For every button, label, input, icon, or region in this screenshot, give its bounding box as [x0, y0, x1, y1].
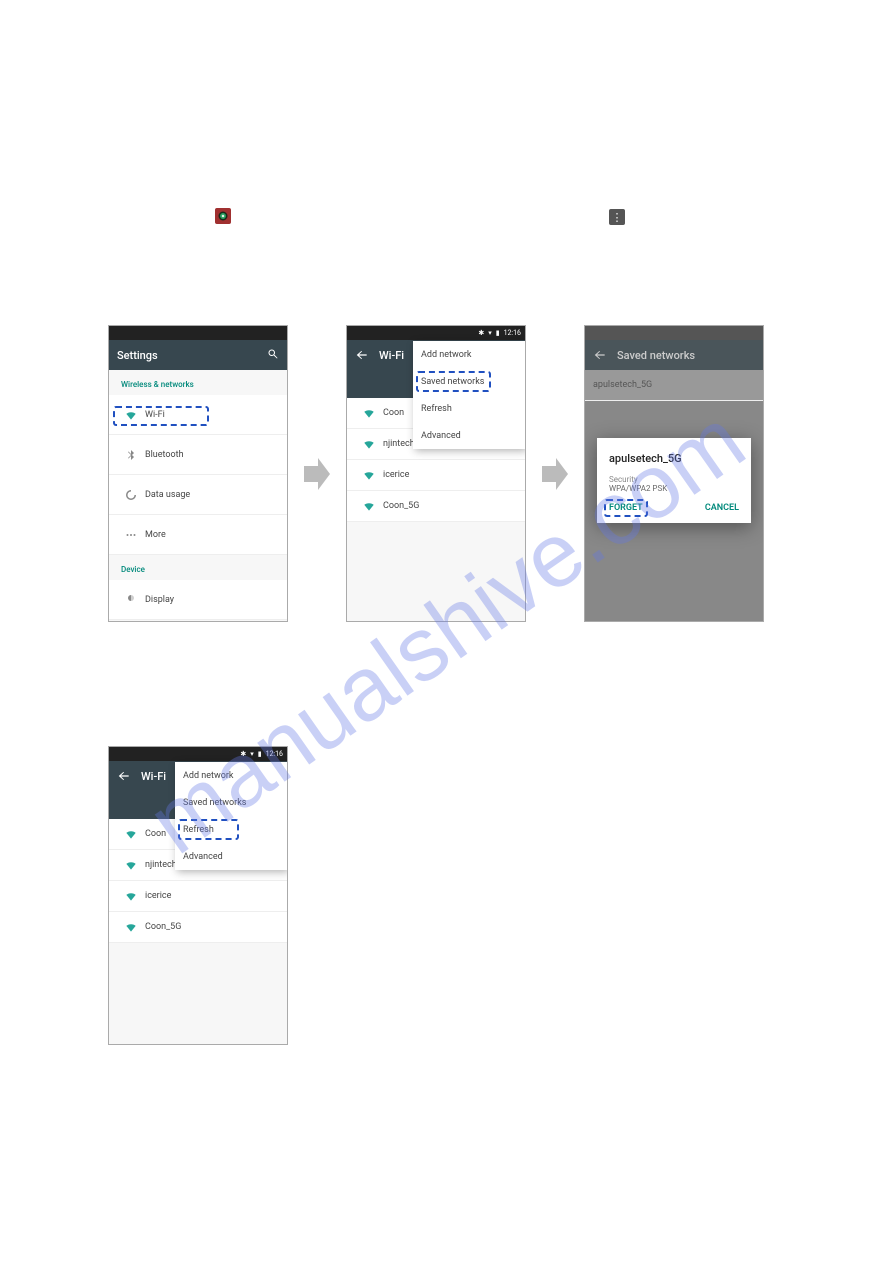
status-bar: ✱ ▾ ▮ 12:16 — [347, 326, 525, 340]
display-icon — [117, 594, 145, 606]
network-label: Coon — [145, 829, 166, 839]
overflow-menu: Add network Saved networks Refresh Advan… — [175, 762, 287, 870]
security-label: Security — [609, 475, 739, 484]
forget-network-dialog: apulsetech_5G Security WPA/WPA2 PSK FORG… — [597, 438, 751, 523]
wifi-signal-icon — [355, 437, 383, 451]
wifi-network[interactable]: Coon_5G — [109, 912, 287, 943]
cancel-button[interactable]: CANCEL — [705, 503, 739, 513]
settings-item-datausage[interactable]: Data usage — [109, 475, 287, 515]
wifi-signal-icon — [355, 468, 383, 482]
menu-refresh[interactable]: Refresh — [175, 816, 287, 843]
menu-add-network[interactable]: Add network — [175, 762, 287, 789]
wifi-signal-icon — [117, 858, 145, 872]
dialog-title: apulsetech_5G — [609, 452, 739, 465]
data-usage-icon — [117, 489, 145, 501]
network-label: Coon — [383, 408, 404, 418]
network-label: icerice — [383, 470, 409, 480]
overflow-menu: Add network Saved networks Refresh Advan… — [413, 341, 525, 449]
menu-advanced[interactable]: Advanced — [413, 422, 525, 449]
back-icon[interactable] — [593, 348, 607, 362]
page-title: Settings — [117, 349, 267, 362]
app-bar: Settings — [109, 340, 287, 370]
back-icon[interactable] — [117, 769, 131, 783]
status-bar: ✱ ▾ ▮ 12:16 — [109, 747, 287, 761]
settings-item-label: Display — [145, 595, 174, 605]
network-label: Coon_5G — [383, 501, 419, 511]
wifi-signal-icon — [117, 889, 145, 903]
settings-item-wifi[interactable]: Wi-Fi — [109, 395, 287, 435]
settings-item-bluetooth[interactable]: Bluetooth — [109, 435, 287, 475]
wifi-icon — [117, 408, 145, 422]
network-label: icerice — [145, 891, 171, 901]
network-label: apulsetech_5G — [593, 380, 652, 390]
wifi-signal-icon — [117, 827, 145, 841]
menu-saved-networks[interactable]: Saved networks — [413, 368, 525, 395]
screen-settings: Settings Wireless & networks Wi-Fi Bluet… — [108, 325, 288, 622]
status-bar — [585, 326, 763, 340]
settings-app-icon — [215, 208, 231, 224]
battery-status-icon: ▮ — [258, 750, 262, 758]
bluetooth-status-icon: ✱ — [478, 329, 484, 337]
settings-item-label: Wi-Fi — [145, 410, 165, 420]
wifi-network[interactable]: icerice — [109, 881, 287, 912]
saved-network-item[interactable]: apulsetech_5G — [585, 370, 763, 401]
section-wireless-networks: Wireless & networks — [109, 370, 287, 395]
bluetooth-status-icon: ✱ — [240, 750, 246, 758]
wifi-status-icon: ▾ — [488, 329, 492, 337]
more-icon — [117, 529, 145, 541]
screen-wifi-menu-refresh: ✱ ▾ ▮ 12:16 Wi-Fi On Coon njintech's Hom… — [108, 746, 288, 1045]
wifi-network[interactable]: Coon_5G — [347, 491, 525, 522]
menu-saved-networks[interactable]: Saved networks — [175, 789, 287, 816]
clock: 12:16 — [266, 750, 283, 758]
menu-add-network[interactable]: Add network — [413, 341, 525, 368]
screen-saved-networks: Saved networks apulsetech_5G apulsetech_… — [584, 325, 764, 622]
wifi-signal-icon — [117, 920, 145, 934]
arrow-icon — [302, 454, 332, 494]
menu-refresh[interactable]: Refresh — [413, 395, 525, 422]
forget-button[interactable]: FORGET — [609, 503, 643, 513]
screen-wifi-menu-saved: ✱ ▾ ▮ 12:16 Wi-Fi On Coon njintech's Hom… — [346, 325, 526, 622]
search-icon[interactable] — [267, 348, 279, 363]
settings-item-more[interactable]: More — [109, 515, 287, 555]
battery-status-icon: ▮ — [496, 329, 500, 337]
wifi-network[interactable]: icerice — [347, 460, 525, 491]
menu-advanced[interactable]: Advanced — [175, 843, 287, 870]
settings-item-label: More — [145, 530, 166, 540]
bluetooth-icon — [117, 449, 145, 461]
security-value: WPA/WPA2 PSK — [609, 484, 739, 493]
clock: 12:16 — [504, 329, 521, 337]
app-bar: Saved networks — [585, 340, 763, 370]
wifi-signal-icon — [355, 499, 383, 513]
section-device: Device — [109, 555, 287, 580]
settings-item-display[interactable]: Display — [109, 580, 287, 620]
vertical-dots-icon: ⋮ — [609, 209, 625, 225]
wifi-signal-icon — [355, 406, 383, 420]
arrow-icon — [540, 454, 570, 494]
wifi-status-icon: ▾ — [250, 750, 254, 758]
network-label: Coon_5G — [145, 922, 181, 932]
settings-item-label: Bluetooth — [145, 450, 184, 460]
settings-item-label: Data usage — [145, 490, 190, 500]
status-bar — [109, 326, 287, 340]
page-title: Saved networks — [617, 349, 755, 362]
back-icon[interactable] — [355, 348, 369, 362]
